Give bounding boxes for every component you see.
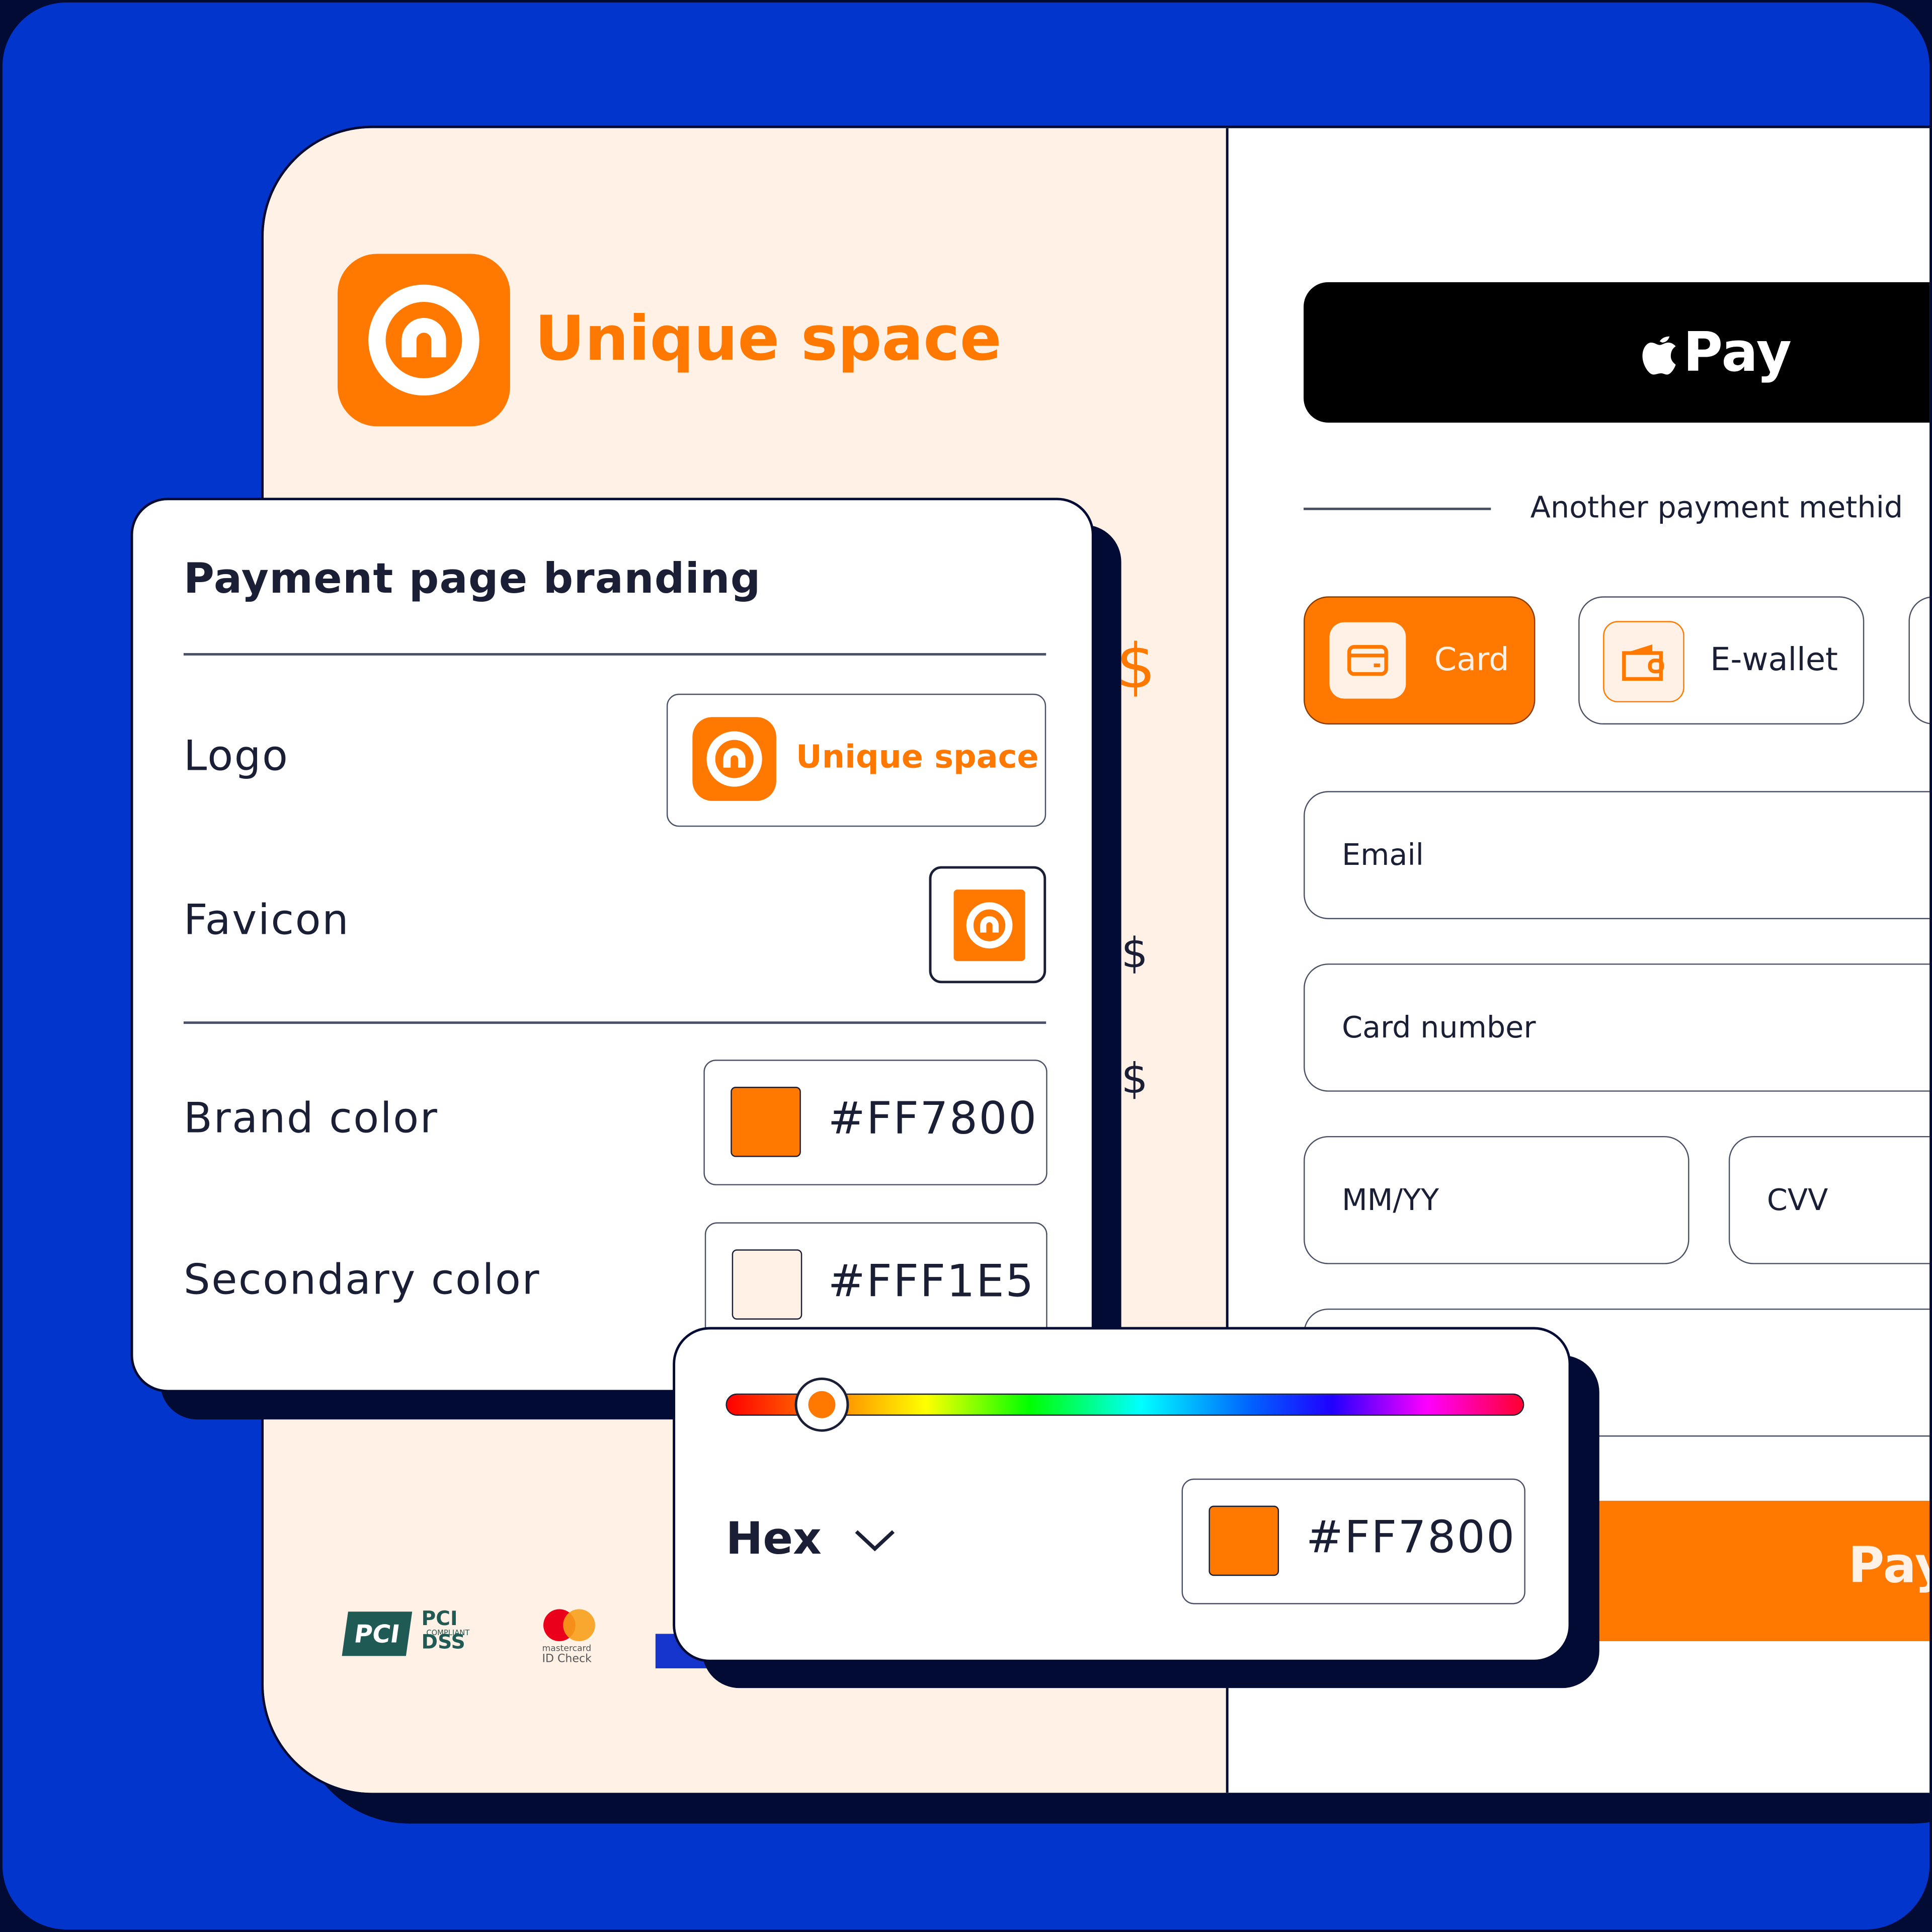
divider	[183, 1021, 1046, 1023]
divider	[1304, 507, 1491, 510]
brand-logo-icon	[692, 717, 776, 801]
background: Unique space $ $ $ PCI PCI DSS COMPLIANT…	[2, 2, 1930, 1930]
pci-dss-badge: PCI PCI DSS COMPLIANT	[342, 1606, 480, 1668]
cvv-field[interactable]: CVV	[1728, 1136, 1930, 1264]
panel-title: Payment page branding	[183, 554, 761, 604]
card-number-field[interactable]: Card number	[1304, 963, 1930, 1092]
logo-label: Logo	[183, 732, 289, 781]
divider-text: Another payment methid	[1530, 490, 1903, 525]
brand-color-input[interactable]: #FF7800	[703, 1060, 1048, 1185]
method-more-button[interactable]	[1908, 596, 1930, 725]
expiry-field[interactable]: MM/YY	[1304, 1136, 1689, 1264]
color-picker: Hex #FF7800	[673, 1327, 1571, 1662]
price-line: $	[1121, 1055, 1148, 1104]
picker-swatch	[1209, 1505, 1279, 1576]
divider	[183, 653, 1046, 655]
mastercard-id-check-badge: mastercard ID Check	[540, 1609, 601, 1670]
logo-upload[interactable]: Unique space	[666, 693, 1046, 827]
chevron-down-icon	[854, 1530, 895, 1551]
apple-icon	[1642, 336, 1676, 375]
hex-input[interactable]: #FF7800	[1181, 1478, 1525, 1604]
favicon-upload[interactable]	[929, 866, 1046, 984]
logo-brand-name: Unique space	[796, 739, 1039, 776]
secondary-color-swatch[interactable]	[732, 1249, 802, 1320]
price-amount: $	[1116, 630, 1156, 702]
favicon-label: Favicon	[183, 896, 350, 945]
format-dropdown[interactable]: Hex	[726, 1514, 895, 1565]
price-line: $	[1121, 929, 1148, 979]
branding-panel: Payment page branding Logo Unique space …	[130, 498, 1094, 1393]
method-ewallet-button[interactable]: E-wallet	[1578, 596, 1865, 725]
favicon-icon	[953, 890, 1025, 961]
secondary-color-label: Secondary color	[183, 1255, 541, 1305]
brand-color-label: Brand color	[183, 1094, 439, 1144]
email-field[interactable]: Email	[1304, 791, 1930, 919]
brand-name: Unique space	[534, 303, 1002, 375]
credit-card-icon	[1329, 622, 1406, 699]
apple-pay-button[interactable]: Pay	[1304, 282, 1930, 423]
brand-logo-icon	[338, 254, 510, 427]
method-card-button[interactable]: Card	[1304, 596, 1536, 725]
brand-color-swatch[interactable]	[731, 1087, 801, 1157]
apple-pay-label: Pay	[1683, 320, 1792, 384]
hue-slider-thumb[interactable]	[794, 1377, 849, 1432]
wallet-icon	[1603, 621, 1684, 702]
pay-button[interactable]: Pay	[1570, 1500, 1930, 1642]
